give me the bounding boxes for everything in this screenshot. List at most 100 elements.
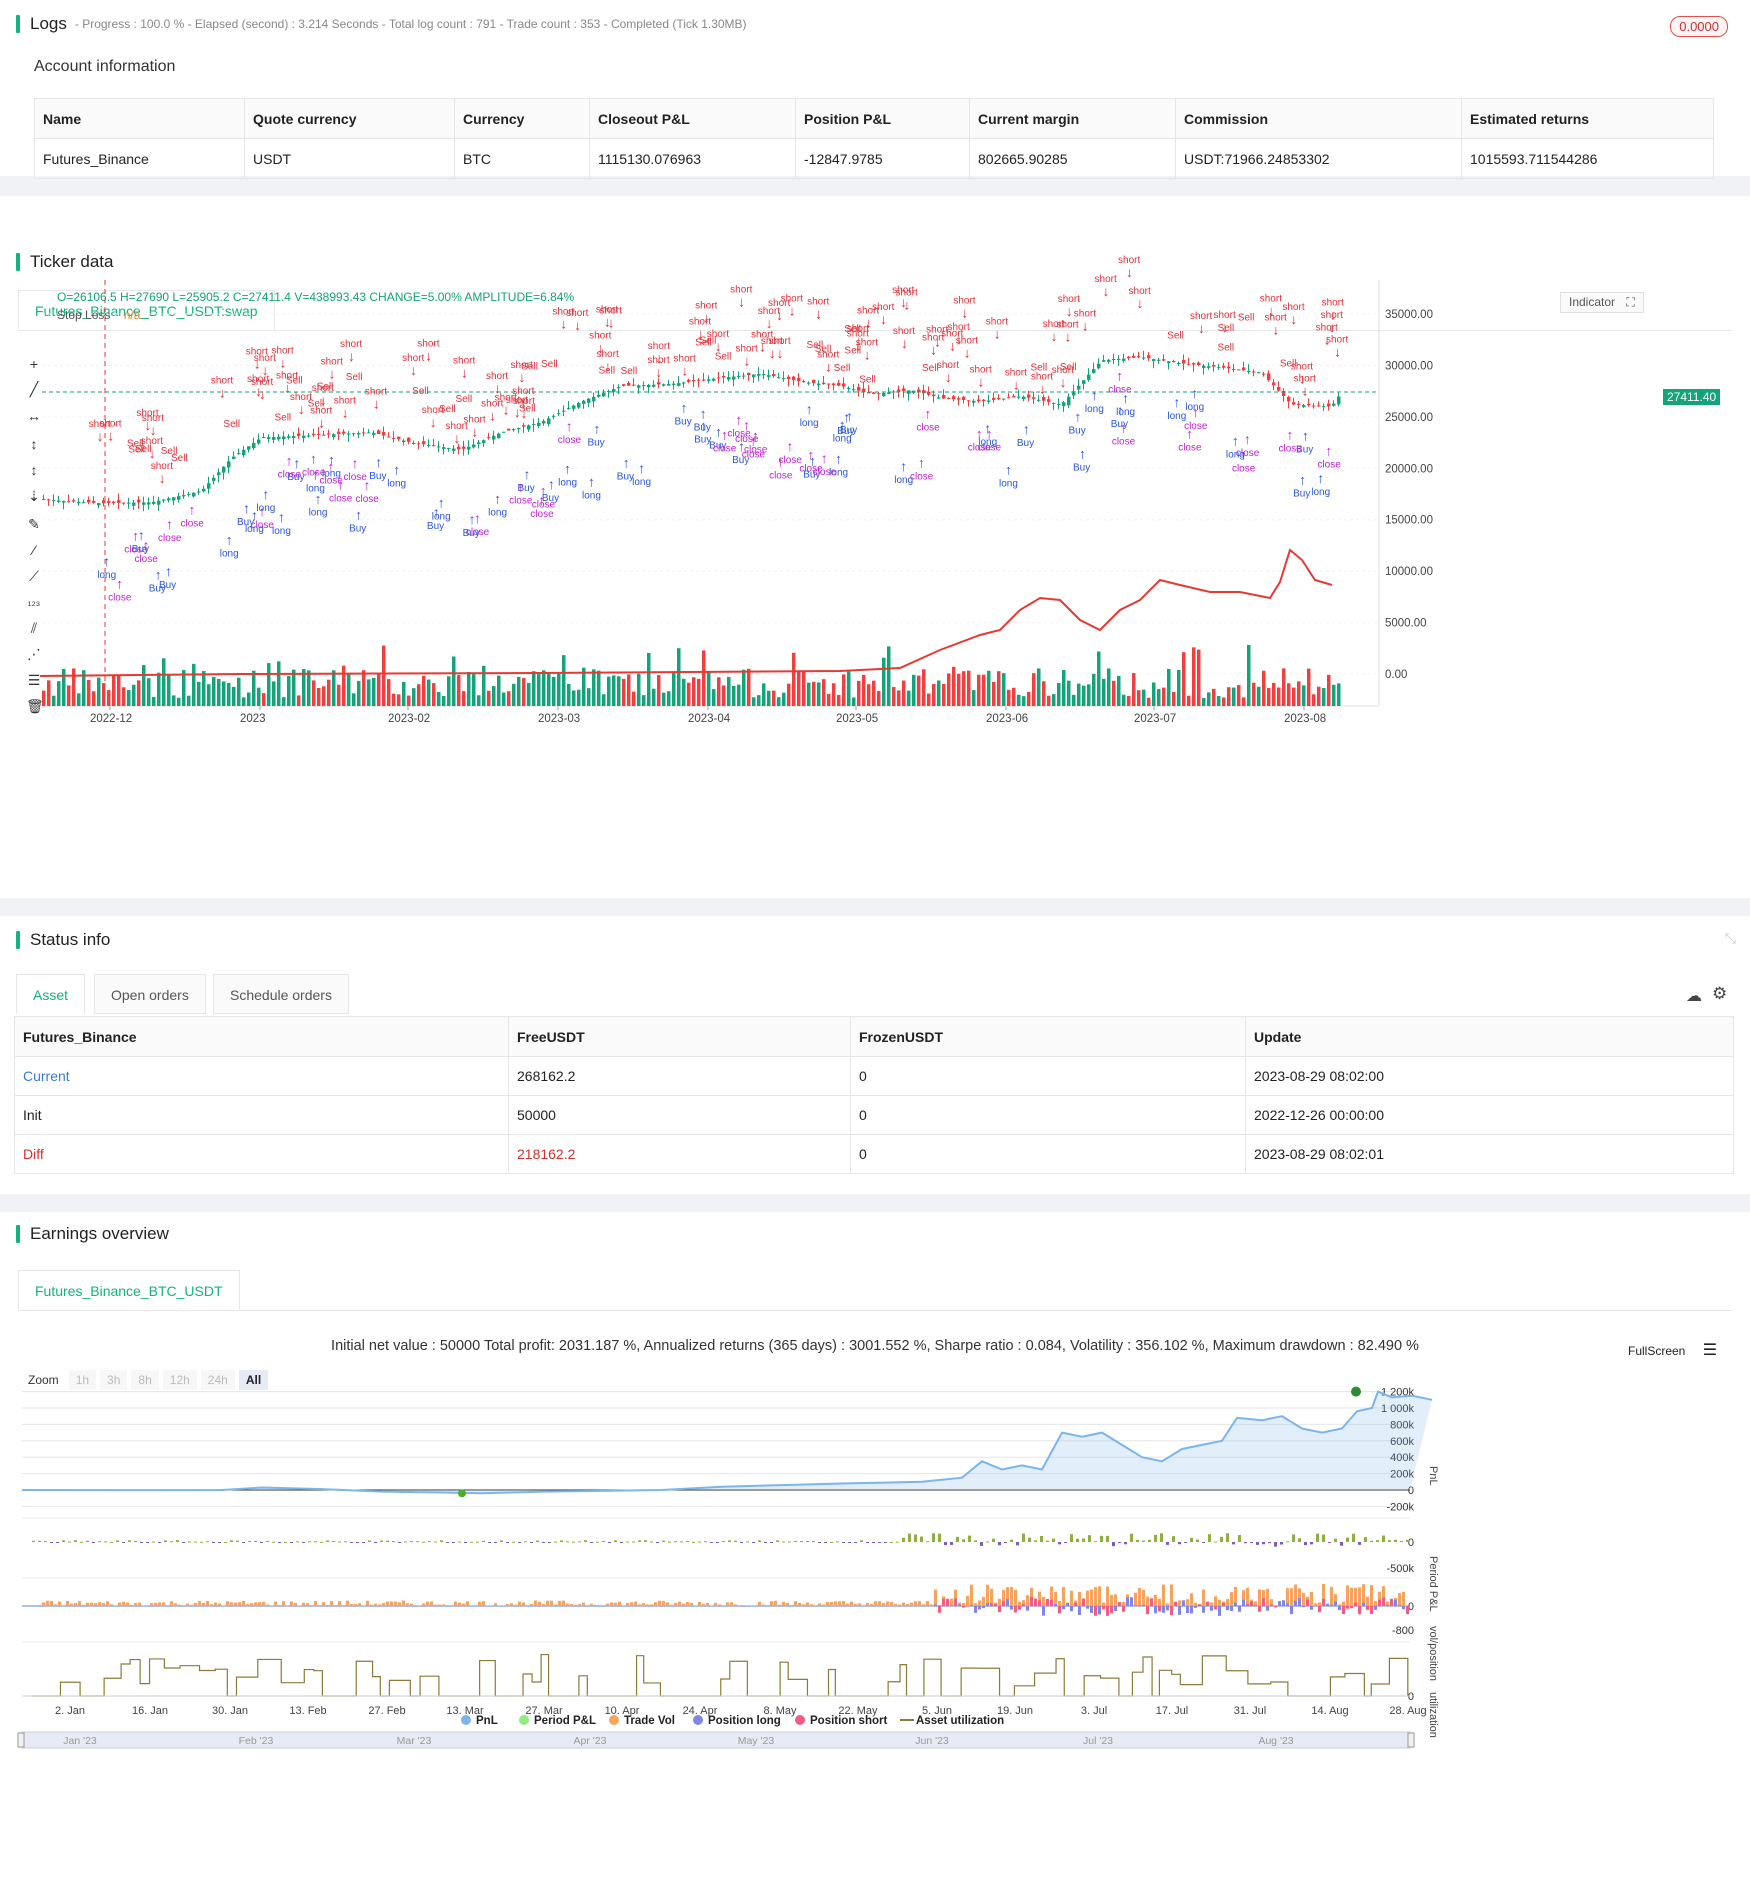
short-arrow: ↓	[219, 385, 226, 401]
candlestick-chart[interactable]: 35000.00 30000.00 25000.00 20000.00 15000.00…	[39, 255, 1750, 740]
close-label: close	[910, 472, 934, 483]
candle-body	[797, 377, 801, 382]
period-bar	[1382, 1535, 1385, 1542]
volume-bar	[287, 676, 291, 706]
candle-body	[1187, 363, 1191, 365]
trade-vol-bar	[1178, 1600, 1181, 1606]
trade-vol-bar	[890, 1601, 893, 1606]
asset-cell: 2023-08-29 08:02:00	[1245, 1056, 1734, 1096]
volume-bar	[687, 682, 691, 706]
candle-body	[1027, 394, 1031, 398]
candle-body	[967, 400, 971, 402]
volume-bar	[362, 670, 366, 706]
asset-row-current: Current 268162.2 0 2023-08-29 08:02:00	[14, 1056, 1734, 1096]
fullscreen-button[interactable]: FullScreen ☰	[1628, 1340, 1717, 1360]
zoom-all[interactable]: All	[238, 1370, 269, 1390]
zoom-8h[interactable]: 8h	[131, 1370, 159, 1390]
period-bar	[554, 1541, 557, 1543]
trade-vol-bar	[786, 1602, 789, 1606]
candle-body	[297, 433, 301, 436]
long-arrow: ↑	[1074, 408, 1081, 424]
period-bar	[1052, 1538, 1055, 1542]
position-bar	[1094, 1606, 1097, 1616]
volume-bar	[1017, 694, 1021, 706]
candle-body	[807, 382, 811, 384]
position-bar	[1374, 1606, 1377, 1610]
close-label: close	[1112, 437, 1136, 448]
volume-bar	[672, 671, 676, 706]
tab-schedule-orders[interactable]: Schedule orders	[213, 974, 349, 1014]
tab-asset[interactable]: Asset	[16, 974, 86, 1014]
volume-bar	[872, 680, 876, 706]
period-bar	[488, 1542, 491, 1543]
position-bar	[1058, 1606, 1061, 1614]
period-bar	[398, 1542, 401, 1543]
volume-bar	[312, 680, 316, 706]
volume-bar	[697, 678, 701, 706]
position-bar	[1026, 1606, 1029, 1611]
cloud-download-icon[interactable]: ☁	[1686, 986, 1702, 1006]
position-bar	[1078, 1606, 1081, 1615]
zoom-12h[interactable]: 12h	[162, 1370, 197, 1390]
close-arrow: ↑	[142, 537, 149, 553]
long-arrow: ↑	[494, 490, 501, 506]
candle-body	[1307, 403, 1311, 406]
candle-body	[1262, 373, 1266, 375]
candle-body	[1207, 366, 1211, 368]
position-bar	[1014, 1606, 1017, 1613]
gear-icon[interactable]: ⚙	[1712, 984, 1727, 1004]
sell-label: Sell	[1167, 330, 1184, 341]
trade-markers: SellSellshort↓Sell↑longshort↓short↓short…	[89, 255, 1349, 603]
candle-body	[572, 405, 576, 409]
volume-bar	[412, 688, 416, 706]
close-arrow: ↑	[821, 450, 828, 466]
volume-bar	[1142, 689, 1146, 706]
trade-vol-bar	[922, 1604, 925, 1606]
period-bar	[98, 1541, 101, 1543]
long-label: Buy	[159, 580, 176, 591]
tab-earnings-symbol[interactable]: Futures_Binance_BTC_USDT	[18, 1270, 240, 1310]
short-arrow: ↓	[949, 338, 956, 354]
period-bar	[86, 1540, 89, 1542]
trade-vol-bar	[662, 1601, 665, 1606]
trade-vol-bar	[322, 1602, 325, 1606]
account-col-commission: Commission	[1175, 98, 1462, 139]
sell-label: Sell	[1280, 358, 1297, 369]
trade-vol-bar	[278, 1605, 281, 1606]
zoom-3h[interactable]: 3h	[100, 1370, 128, 1390]
period-bar	[602, 1540, 605, 1542]
candle-body	[862, 388, 866, 393]
logs-title: Logs	[30, 14, 67, 33]
trade-vol-bar	[1026, 1595, 1029, 1606]
long-label: long	[1085, 404, 1104, 415]
menu-icon[interactable]: ☰	[1703, 1342, 1717, 1359]
candle-body	[212, 477, 216, 481]
collapse-icon[interactable]: ⤡	[1725, 930, 1736, 947]
long-label: long	[800, 418, 819, 429]
earnings-chart[interactable]: 1 200k1 000k800k600k400k200k0-200kPnLPer…	[0, 1386, 1750, 1886]
position-bar	[958, 1604, 961, 1606]
earnings-title: Earnings overview	[30, 1224, 169, 1243]
period-bar	[1364, 1537, 1367, 1542]
volume-bar	[712, 689, 716, 706]
expand-icon[interactable]: ⛶	[1626, 295, 1634, 309]
volume-bar	[732, 685, 736, 706]
position-bar	[1074, 1602, 1077, 1606]
indicator-button[interactable]: Indicator ⛶	[1560, 292, 1644, 313]
legend-swatch	[461, 1715, 471, 1725]
trade-vol-bar	[118, 1602, 121, 1606]
zoom-24h[interactable]: 24h	[200, 1370, 235, 1390]
trade-vol-bar	[950, 1598, 953, 1606]
ticker-panel: Ticker data Futures_Binance_BTC_USDT:swa…	[0, 196, 1750, 898]
period-bar	[764, 1542, 767, 1543]
period-bar	[206, 1541, 209, 1543]
zoom-1h[interactable]: 1h	[68, 1370, 97, 1390]
status-header: Status info	[16, 930, 110, 950]
trade-vol-bar	[1402, 1591, 1405, 1606]
trade-vol-bar	[678, 1601, 681, 1606]
candle-body	[417, 443, 421, 445]
period-bar	[608, 1542, 611, 1543]
tab-open-orders[interactable]: Open orders	[94, 974, 206, 1014]
candle-body	[162, 499, 166, 501]
volume-bar	[922, 669, 926, 706]
